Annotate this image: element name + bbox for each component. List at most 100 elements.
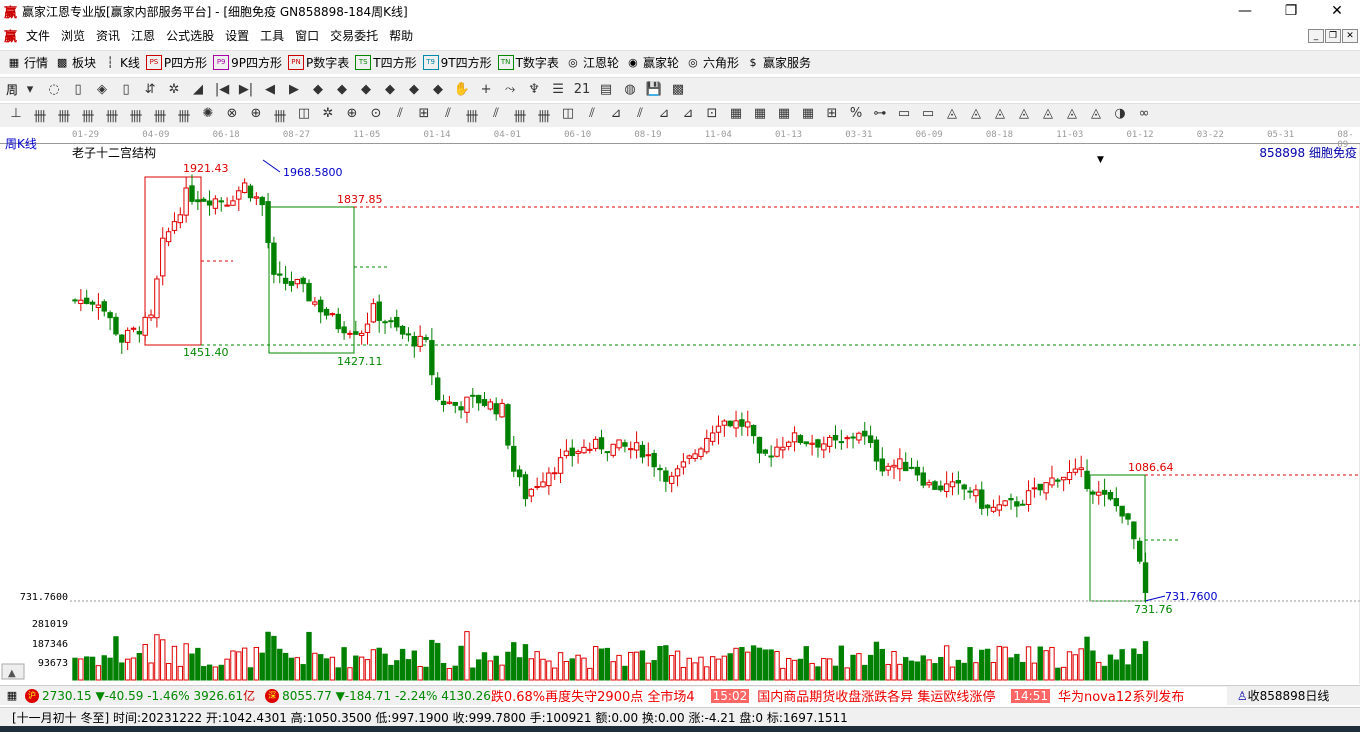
tool-icon[interactable]: ▭ [919,106,937,125]
tool-icon[interactable]: ◆ [429,82,447,97]
tool-icon[interactable]: + [477,82,495,97]
tool-icon[interactable]: ▩ [669,82,687,97]
mdi-close-button[interactable]: ✕ [1342,29,1358,43]
tool-icon[interactable]: ⤳ [501,82,519,97]
tool-icon[interactable]: ⊗ [223,106,241,125]
tool-icon[interactable]: 卌 [127,106,145,125]
menu-item[interactable]: 窗口 [295,27,319,44]
kline-chart[interactable]: 1921.43 1451.40 1968.5800 1837.85 1427.11 108… [0,144,1360,684]
menu-item[interactable]: 交易委托 [330,27,378,44]
maximize-button[interactable]: ❐ [1268,0,1314,23]
tool-icon[interactable]: ◬ [1063,106,1081,125]
tool-icon[interactable]: 卌 [31,106,49,125]
tool-icon[interactable]: ▯ [117,82,135,97]
tool-icon[interactable]: ▤ [597,82,615,97]
tool-icon[interactable]: ✲ [165,82,183,97]
tool-icon[interactable]: |◀ [213,82,231,97]
tool-icon[interactable]: ☰ [549,82,567,97]
tool-icon[interactable]: ⊿ [655,106,673,125]
close-line-label[interactable]: 收858898日线 [1248,687,1330,704]
tool-icon[interactable]: ◆ [405,82,423,97]
tool-icon[interactable]: 💾 [645,82,663,97]
tool-icon[interactable]: ◬ [967,106,985,125]
tool-icon[interactable]: ⊕ [343,106,361,125]
tool-icon[interactable]: 卌 [79,106,97,125]
tool-icon[interactable]: ♆ [525,82,543,97]
chevron-up-icon[interactable]: ▲ [8,668,16,679]
tool-icon[interactable]: ◆ [309,82,327,97]
tool-icon[interactable]: ◢ [189,82,207,97]
tool-icon[interactable]: ▶ [285,82,303,97]
tool-icon[interactable]: ⫽ [487,106,505,125]
toolbar-button[interactable]: ▦ 行情 [6,54,48,71]
tool-icon[interactable]: 卌 [175,106,193,125]
tool-icon[interactable]: ◬ [1087,106,1105,125]
toolbar-button[interactable]: PN P数字表 [288,54,349,71]
menu-item[interactable]: 工具 [260,27,284,44]
close-button[interactable]: ✕ [1314,0,1360,23]
tool-icon[interactable]: 卌 [271,106,289,125]
toolbar-button[interactable]: $ 赢家服务 [745,54,811,71]
tool-icon[interactable]: ▭ [895,106,913,125]
menu-item[interactable]: 文件 [26,27,50,44]
menu-item[interactable]: 设置 [225,27,249,44]
tool-icon[interactable]: ⫽ [583,106,601,125]
tool-icon[interactable]: ⫽ [391,106,409,125]
tool-icon[interactable]: 卌 [463,106,481,125]
tool-icon[interactable]: 卌 [103,106,121,125]
tool-icon[interactable]: ◆ [333,82,351,97]
news-item[interactable]: 华为nova12系列发布 [1058,687,1184,705]
tool-icon[interactable]: ◫ [295,106,313,125]
tool-icon[interactable]: ✺ [199,106,217,125]
toolbar-button[interactable]: T9 9T四方形 [422,54,492,71]
toolbar-button[interactable]: P9 9P四方形 [213,54,282,71]
tool-icon[interactable]: ⇵ [141,82,159,97]
tool-icon[interactable]: ◀ [261,82,279,97]
tool-icon[interactable]: ⊥ [7,106,25,125]
tool-icon[interactable]: ⫽ [439,106,457,125]
tool-icon[interactable]: ▦ [727,106,745,125]
mdi-restore-button[interactable]: ❐ [1325,29,1341,43]
tool-icon[interactable]: 卌 [151,106,169,125]
tool-icon[interactable]: 21 [573,82,591,97]
menu-item[interactable]: 资讯 [96,27,120,44]
tool-icon[interactable]: ⫽ [631,106,649,125]
mdi-minimize-button[interactable]: _ [1308,29,1324,43]
calendar-icon[interactable]: ▦ [4,688,20,704]
tool-icon[interactable]: ▦ [799,106,817,125]
toolbar-button[interactable]: ┆ K线 [102,54,140,71]
toolbar-button[interactable]: ▩ 板块 [54,54,96,71]
tool-icon[interactable]: ▶| [237,82,255,97]
minimize-button[interactable]: — [1222,0,1268,23]
tool-icon[interactable]: ✲ [319,106,337,125]
tool-icon[interactable]: ✋ [453,82,471,97]
tool-icon[interactable]: % [847,106,865,125]
tool-icon[interactable]: 卌 [511,106,529,125]
menu-item[interactable]: 江恩 [131,27,155,44]
toolbar-button[interactable]: PS P四方形 [145,54,207,71]
period-dropdown[interactable]: 周 [6,81,18,98]
tool-icon[interactable]: ◍ [621,82,639,97]
tool-icon[interactable]: ▯ [69,82,87,97]
tool-icon[interactable]: ◈ [93,82,111,97]
toolbar-button[interactable]: TS T四方形 [355,54,417,71]
tool-icon[interactable]: ⊡ [703,106,721,125]
toolbar-button[interactable]: ◉ 赢家轮 [625,54,679,71]
toolbar-button[interactable]: TN T数字表 [497,54,559,71]
news-item[interactable]: 跌0.68%再度失守2900点 全市场4 [491,687,695,705]
tool-icon[interactable]: ◑ [1111,106,1129,125]
tool-icon[interactable]: 卌 [535,106,553,125]
toolbar-button[interactable]: ◎ 六角形 [685,54,739,71]
tool-icon[interactable]: ◌ [45,82,63,97]
tool-icon[interactable]: ◆ [357,82,375,97]
tool-icon[interactable]: ◆ [381,82,399,97]
tool-icon[interactable]: 卌 [55,106,73,125]
tool-icon[interactable]: ∞ [1135,106,1153,125]
tool-icon[interactable]: ▾ [21,82,39,97]
menu-item[interactable]: 公式选股 [166,27,214,44]
tool-icon[interactable]: ◬ [1039,106,1057,125]
news-item[interactable]: 国内商品期货收盘涨跌各异 集运欧线涨停 [757,687,995,705]
menu-item[interactable]: 帮助 [389,27,413,44]
news-ticker[interactable]: 跌0.68%再度失守2900点 全市场4 15:02 国内商品期货收盘涨跌各异 … [490,686,1227,705]
tool-icon[interactable]: ⊙ [367,106,385,125]
